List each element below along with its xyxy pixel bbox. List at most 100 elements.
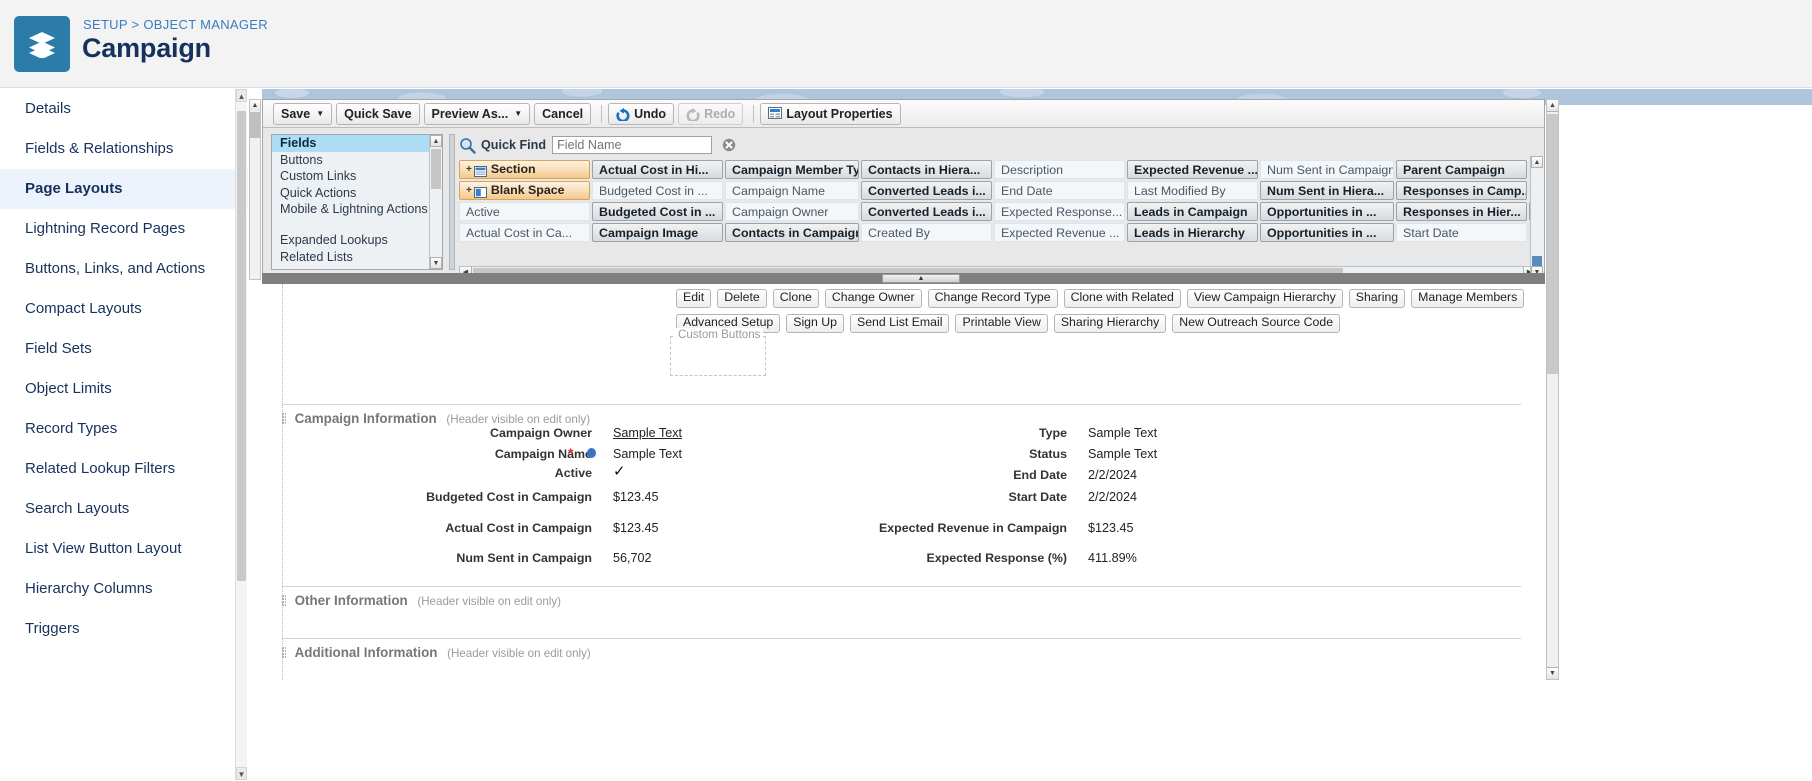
palette-field-contacts-in-hierarchy[interactable]: Contacts in Hiera... <box>861 160 992 179</box>
palette-item-blank-space[interactable]: + Blank Space <box>459 181 590 200</box>
scroll-up-icon[interactable]: ▲ <box>236 89 247 102</box>
quick-save-button[interactable]: Quick Save <box>336 102 420 125</box>
scroll-down-icon[interactable]: ▼ <box>236 767 247 780</box>
palette-field-campaign-owner[interactable]: Campaign Owner <box>725 202 859 221</box>
palette-field-converted-leads-in-campaign[interactable]: Converted Leads i... <box>861 181 992 200</box>
scroll-up-icon[interactable]: ▲ <box>1547 100 1558 112</box>
palette-left-scrollbar[interactable]: ▲ <box>249 99 261 280</box>
splitter-collapse-handle[interactable]: ▲ <box>882 274 960 283</box>
breadcrumb-object-manager-link[interactable]: OBJECT MANAGER <box>143 17 268 32</box>
drag-handle-icon[interactable] <box>282 647 286 659</box>
layout-button-change-record-type[interactable]: Change Record Type <box>927 289 1058 308</box>
palette-field-end-date[interactable]: End Date <box>994 181 1125 200</box>
palette-field-campaign-member-type[interactable]: Campaign Member Type <box>725 160 859 179</box>
palette-vertical-scrollbar[interactable]: ▲ ▼ <box>1530 156 1544 292</box>
sidebar-item-record-types[interactable]: Record Types <box>0 409 248 449</box>
section-header-campaign-information[interactable]: Campaign Information (Header visible on … <box>282 404 1521 426</box>
layout-field-campaign-name[interactable]: * Campaign Name Sample Text <box>302 445 682 461</box>
drag-handle-icon[interactable] <box>282 595 286 607</box>
layout-button-clone-with-related[interactable]: Clone with Related <box>1063 289 1181 308</box>
custom-buttons-dropzone[interactable]: Custom Buttons <box>670 328 766 376</box>
preview-as-button[interactable]: Preview As... ▼ <box>423 102 531 125</box>
sidebar-item-lightning-record-pages[interactable]: Lightning Record Pages <box>0 209 248 249</box>
editor-scroll-thumb[interactable] <box>1547 114 1558 374</box>
palette-item-section[interactable]: + Section <box>459 160 590 179</box>
sidebar-scrollbar[interactable]: ▲ ▼ <box>235 89 247 780</box>
sidebar-scroll-thumb[interactable] <box>237 111 246 581</box>
sidebar-item-list-view-button-layout[interactable]: List View Button Layout <box>0 529 248 569</box>
cancel-button[interactable]: Cancel <box>534 102 592 125</box>
layout-button-delete[interactable]: Delete <box>717 289 767 308</box>
layout-button-sharing-hierarchy[interactable]: Sharing Hierarchy <box>1053 314 1167 333</box>
palette-field-description[interactable]: Description <box>994 160 1125 179</box>
sidebar-item-object-limits[interactable]: Object Limits <box>0 369 248 409</box>
palette-field-expected-response[interactable]: Expected Response... <box>994 202 1125 221</box>
palette-field-actual-cost-in-hierarchy[interactable]: Actual Cost in Hi... <box>592 160 723 179</box>
scroll-down-icon[interactable]: ▼ <box>1547 667 1558 679</box>
layout-button-new-outreach-source-code[interactable]: New Outreach Source Code <box>1172 314 1341 333</box>
palette-left-scroll-thumb[interactable] <box>250 112 260 138</box>
sidebar-item-page-layouts[interactable]: Page Layouts <box>0 169 248 209</box>
breadcrumb-setup-link[interactable]: SETUP <box>83 17 128 32</box>
palette-field-opportunities-in-campaign[interactable]: Opportunities in ... <box>1260 202 1394 221</box>
palette-field-budgeted-cost-in-hierarchy[interactable]: Budgeted Cost in ... <box>592 181 723 200</box>
palette-category-quick-actions[interactable]: Quick Actions <box>272 185 442 202</box>
scroll-up-icon[interactable]: ▲ <box>430 135 442 147</box>
palette-field-budgeted-cost-in-campaign[interactable]: Budgeted Cost in ... <box>592 202 723 221</box>
palette-category-mobile-lightning-actions[interactable]: Mobile & Lightning Actions <box>272 201 442 232</box>
scroll-up-icon[interactable]: ▲ <box>250 100 260 111</box>
palette-field-responses-in-hierarchy[interactable]: Responses in Hier... <box>1396 202 1527 221</box>
palette-field-opportunities-in-hierarchy[interactable]: Opportunities in ... <box>1260 223 1394 242</box>
scroll-down-icon[interactable]: ▼ <box>430 257 442 269</box>
chevron-down-icon[interactable]: ▼ <box>514 109 522 118</box>
palette-field-leads-in-campaign[interactable]: Leads in Campaign <box>1127 202 1258 221</box>
palette-field-active[interactable]: Active <box>459 202 590 221</box>
layout-button-sharing[interactable]: Sharing <box>1348 289 1406 308</box>
palette-canvas-splitter[interactable]: ▲ <box>262 273 1545 284</box>
palette-category-custom-links[interactable]: Custom Links <box>272 168 442 185</box>
palette-field-converted-leads-in-hierarchy[interactable]: Converted Leads i... <box>861 202 992 221</box>
layout-button-edit[interactable]: Edit <box>676 289 712 308</box>
palette-category-related-lists[interactable]: Related Lists <box>272 249 442 266</box>
layout-button-sign-up[interactable]: Sign Up <box>786 314 844 333</box>
palette-field-actual-cost-in-campaign[interactable]: Actual Cost in Ca... <box>459 223 590 242</box>
layout-field-start-date[interactable]: Start Date 2/2/2024 <box>802 490 1362 504</box>
sidebar-item-hierarchy-columns[interactable]: Hierarchy Columns <box>0 569 248 609</box>
palette-field-expected-revenue-hierarchy[interactable]: Expected Revenue ... <box>1127 160 1258 179</box>
palette-field-start-date[interactable]: Start Date <box>1396 223 1527 242</box>
sidebar-item-fields-relationships[interactable]: Fields & Relationships <box>0 129 248 169</box>
clear-icon[interactable] <box>722 138 736 152</box>
sidebar-item-field-sets[interactable]: Field Sets <box>0 329 248 369</box>
palette-field-campaign-name[interactable]: Campaign Name <box>725 181 859 200</box>
palette-vertical-splitter[interactable] <box>449 134 455 270</box>
layout-properties-button[interactable]: Layout Properties <box>760 102 901 125</box>
palette-field-leads-in-hierarchy[interactable]: Leads in Hierarchy <box>1127 223 1258 242</box>
sidebar-item-buttons-links-actions[interactable]: Buttons, Links, and Actions <box>0 249 248 289</box>
palette-category-scrollbar[interactable]: ▲ ▼ <box>429 135 442 269</box>
category-scroll-thumb[interactable] <box>431 149 441 189</box>
palette-category-expanded-lookups[interactable]: Expanded Lookups <box>272 232 442 249</box>
editor-vertical-scrollbar[interactable]: ▲ ▼ <box>1546 99 1559 680</box>
sidebar-item-related-lookup-filters[interactable]: Related Lookup Filters <box>0 449 248 489</box>
sidebar-item-triggers[interactable]: Triggers <box>0 609 248 649</box>
palette-category-fields[interactable]: Fields <box>272 135 442 152</box>
layout-field-actual-cost-in-campaign[interactable]: Actual Cost in Campaign $123.45 <box>302 521 682 535</box>
palette-field-expected-revenue-campaign[interactable]: Expected Revenue ... <box>994 223 1125 242</box>
sidebar-item-details[interactable]: Details <box>0 89 248 129</box>
layout-button-manage-members[interactable]: Manage Members <box>1411 289 1525 308</box>
palette-field-parent-campaign[interactable]: Parent Campaign <box>1396 160 1527 179</box>
palette-field-num-sent-in-hierarchy[interactable]: Num Sent in Hiera... <box>1260 181 1394 200</box>
sidebar-item-compact-layouts[interactable]: Compact Layouts <box>0 289 248 329</box>
layout-button-change-owner[interactable]: Change Owner <box>824 289 922 308</box>
palette-field-created-by[interactable]: Created By <box>861 223 992 242</box>
layout-field-budgeted-cost-in-campaign[interactable]: Budgeted Cost in Campaign $123.45 <box>302 490 682 504</box>
layout-button-printable-view[interactable]: Printable View <box>955 314 1048 333</box>
layout-button-clone[interactable]: Clone <box>772 289 819 308</box>
layout-button-send-list-email[interactable]: Send List Email <box>850 314 950 333</box>
section-header-other-information[interactable]: Other Information (Header visible on edi… <box>282 586 1521 608</box>
palette-field-campaign-image[interactable]: Campaign Image <box>592 223 723 242</box>
palette-category-buttons[interactable]: Buttons <box>272 152 442 169</box>
palette-field-responses-in-campaign[interactable]: Responses in Camp... <box>1396 181 1527 200</box>
layout-field-expected-revenue-in-campaign[interactable]: Expected Revenue in Campaign $123.45 <box>802 521 1362 535</box>
scroll-up-icon[interactable]: ▲ <box>1531 156 1543 168</box>
